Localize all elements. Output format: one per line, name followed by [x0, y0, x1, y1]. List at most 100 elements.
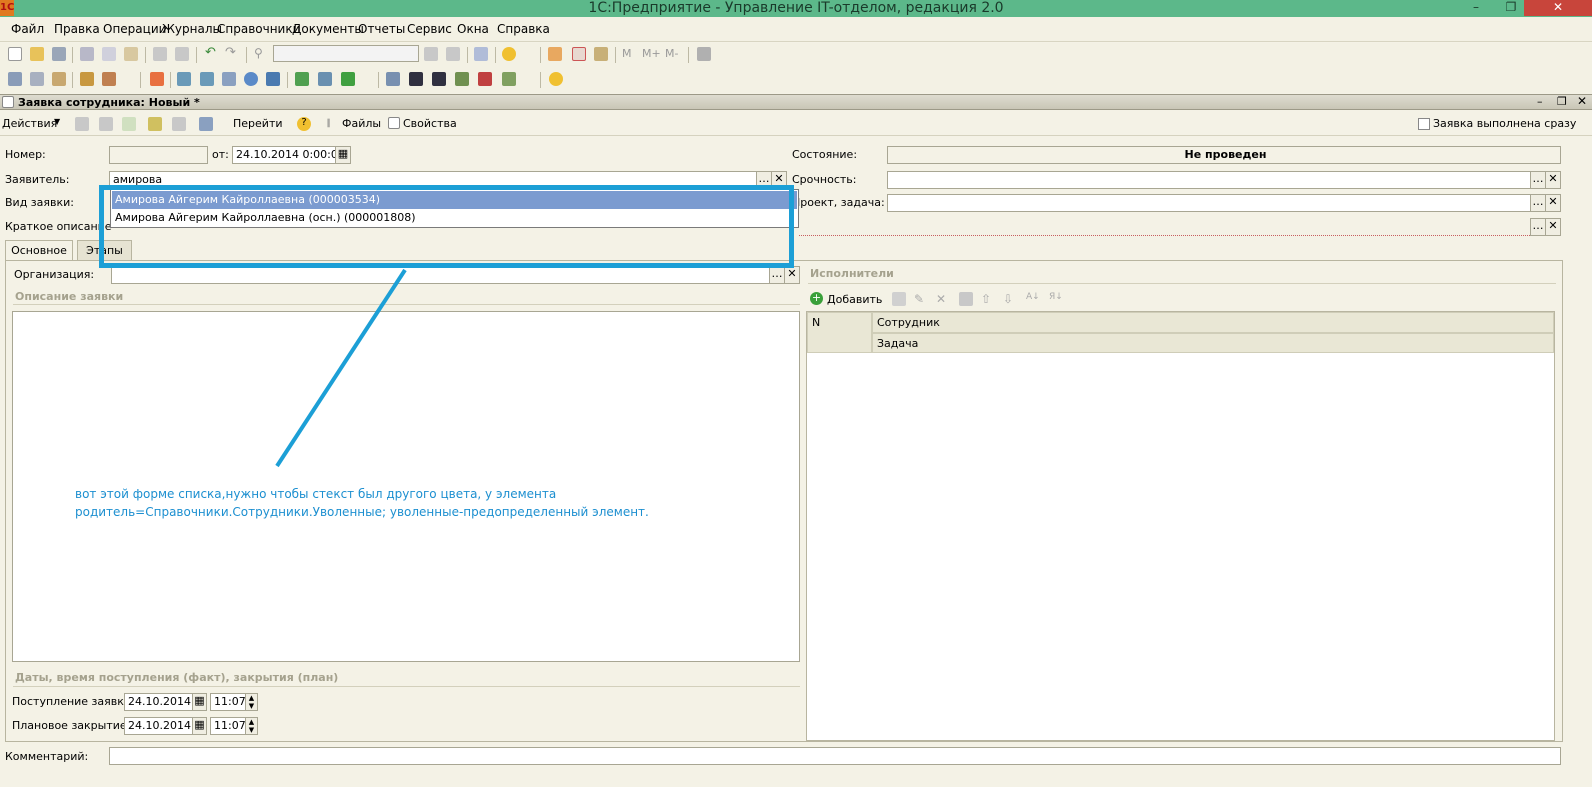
equipment2-icon[interactable] — [200, 72, 214, 86]
users-icon[interactable] — [594, 47, 608, 61]
print-icon[interactable] — [153, 47, 167, 61]
redo-icon[interactable]: ↷ — [225, 46, 239, 61]
done-checkbox[interactable] — [1418, 118, 1430, 130]
journal-icon[interactable] — [30, 72, 44, 86]
received-calendar-icon[interactable]: ▦ — [192, 693, 207, 711]
planned-date-field[interactable]: 24.10.2014 — [124, 717, 194, 735]
executors-table[interactable] — [806, 311, 1555, 741]
sort-desc-icon[interactable]: Я↓ — [1049, 292, 1063, 306]
network-icon[interactable] — [455, 72, 469, 86]
organization-select-button[interactable]: … — [769, 266, 785, 284]
write-icon[interactable] — [75, 117, 89, 131]
planned-time-field[interactable]: 11:07 — [210, 717, 246, 735]
goto-menu[interactable]: Перейти — [233, 117, 283, 130]
structure-icon[interactable] — [199, 117, 213, 131]
new-icon[interactable] — [8, 47, 22, 61]
urgency-clear-icon[interactable]: ✕ — [1545, 171, 1561, 189]
menu-service[interactable]: Сервис — [407, 22, 452, 36]
doc-close-icon[interactable]: ✕ — [1577, 94, 1587, 108]
short-desc-clear-icon[interactable]: ✕ — [1545, 218, 1561, 236]
green-doc-icon[interactable] — [341, 72, 355, 86]
paste-icon[interactable] — [124, 47, 138, 61]
docs-icon[interactable] — [52, 72, 66, 86]
tab-main[interactable]: Основное — [5, 240, 73, 261]
employees-icon[interactable] — [102, 72, 116, 86]
search-prev-icon[interactable] — [446, 47, 460, 61]
catalog-icon[interactable] — [8, 72, 22, 86]
minimize-icon[interactable]: – — [1467, 0, 1485, 16]
copy-icon[interactable] — [102, 47, 116, 61]
preview-icon[interactable] — [175, 47, 189, 61]
organization-clear-icon[interactable]: ✕ — [784, 266, 800, 284]
briefcase-icon[interactable] — [80, 72, 94, 86]
menu-catalogs[interactable]: Справочники — [217, 22, 300, 36]
cut-icon[interactable] — [80, 47, 94, 61]
date-calendar-icon[interactable]: ▦ — [335, 146, 351, 164]
memory-m-icon[interactable]: M — [622, 47, 636, 61]
short-desc-field[interactable] — [799, 218, 1532, 236]
maximize-icon[interactable]: ❐ — [1502, 0, 1520, 16]
copy-doc-icon[interactable] — [122, 117, 136, 131]
movements-icon[interactable] — [172, 117, 186, 131]
menu-file[interactable]: Файл — [11, 22, 44, 36]
doc-restore-icon[interactable]: ❐ — [1557, 95, 1567, 108]
received-time-spinner[interactable]: ▲ ▼ — [245, 693, 258, 711]
menu-edit[interactable]: Правка — [54, 22, 100, 36]
menu-documents[interactable]: Документы — [292, 22, 364, 36]
short-desc-select-button[interactable]: … — [1530, 218, 1546, 236]
column-employee[interactable]: Сотрудник — [872, 312, 1554, 333]
search-combo[interactable] — [273, 45, 419, 62]
move-up-icon[interactable]: ⇧ — [981, 292, 995, 306]
planned-calendar-icon[interactable]: ▦ — [192, 717, 207, 735]
project-clear-icon[interactable]: ✕ — [1545, 194, 1561, 212]
help-icon[interactable]: ? — [297, 117, 311, 131]
files-button[interactable]: Файлы — [342, 117, 381, 130]
request-icon[interactable] — [150, 72, 164, 86]
undo-icon[interactable]: ↶ — [205, 46, 219, 61]
project-field[interactable] — [887, 194, 1532, 212]
save-icon[interactable] — [52, 47, 66, 61]
printer-icon[interactable] — [409, 72, 423, 86]
info2-icon[interactable] — [549, 72, 563, 86]
tools-icon[interactable] — [697, 47, 711, 61]
printer2-icon[interactable] — [432, 72, 446, 86]
properties-button[interactable]: Свойства — [403, 117, 457, 130]
end-edit-icon[interactable] — [959, 292, 973, 306]
menu-operations[interactable]: Операции — [103, 22, 166, 36]
list-icon[interactable] — [386, 72, 400, 86]
equipment-icon[interactable] — [177, 72, 191, 86]
calendar-icon[interactable] — [572, 47, 586, 61]
menu-help[interactable]: Справка — [497, 22, 550, 36]
find-icon[interactable]: ⚲ — [254, 47, 268, 61]
based-on-icon[interactable] — [148, 117, 162, 131]
number-field[interactable] — [109, 146, 208, 164]
memory-minus-icon[interactable]: M- — [665, 47, 685, 61]
organization-field[interactable] — [111, 266, 771, 284]
info-icon[interactable] — [502, 47, 516, 61]
calculator-icon[interactable] — [548, 47, 562, 61]
menu-windows[interactable]: Окна — [457, 22, 489, 36]
edit-row-icon[interactable]: ✎ — [914, 292, 928, 306]
globe-icon[interactable] — [244, 72, 258, 86]
search-next-icon[interactable] — [424, 47, 438, 61]
doc-minimize-icon[interactable]: – — [1537, 95, 1543, 108]
column-n[interactable]: N — [807, 312, 872, 353]
comment-field[interactable] — [109, 747, 1561, 765]
memory-plus-icon[interactable]: M+ — [642, 47, 662, 61]
menu-reports[interactable]: Отчеты — [358, 22, 405, 36]
actions-dropdown-icon[interactable]: ▼ — [54, 117, 60, 126]
urgency-field[interactable] — [887, 171, 1532, 189]
card-icon[interactable] — [478, 72, 492, 86]
add-executor-button[interactable]: Добавить — [827, 293, 882, 306]
post-icon[interactable] — [99, 117, 113, 131]
settings-icon[interactable] — [502, 72, 516, 86]
date-field[interactable]: 24.10.2014 0:00:00 — [232, 146, 336, 164]
planned-time-spinner[interactable]: ▲ ▼ — [245, 717, 258, 735]
received-time-field[interactable]: 11:07 — [210, 693, 246, 711]
project-select-button[interactable]: … — [1530, 194, 1546, 212]
urgency-select-button[interactable]: … — [1530, 171, 1546, 189]
move-down-icon[interactable]: ⇩ — [1003, 292, 1017, 306]
open-icon[interactable] — [30, 47, 44, 61]
delete-row-icon[interactable]: ✕ — [936, 292, 950, 306]
books-icon[interactable] — [222, 72, 236, 86]
